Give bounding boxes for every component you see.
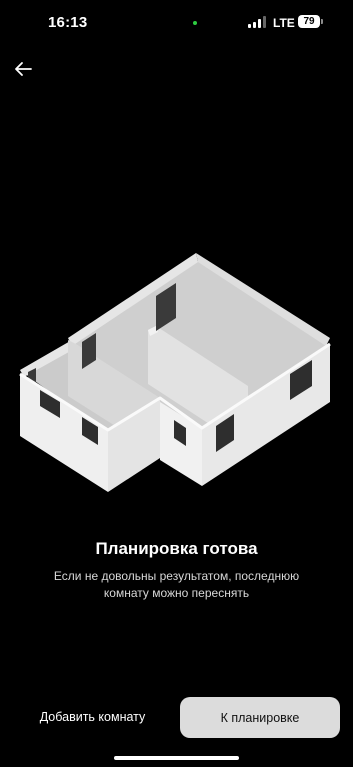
status-time: 16:13: [48, 14, 88, 31]
home-indicator: [114, 756, 239, 760]
back-button[interactable]: [10, 56, 36, 82]
signal-icon: [248, 16, 266, 28]
network-type: LTE: [273, 16, 295, 30]
page-title: Планировка готова: [95, 539, 258, 558]
to-plan-button[interactable]: К планировке: [180, 697, 340, 738]
battery-icon: 79: [298, 15, 323, 28]
status-bar: 16:13 LTE 79: [0, 0, 353, 44]
add-room-button[interactable]: Добавить комнату: [20, 697, 165, 737]
camera-indicator-icon: [193, 21, 197, 25]
arrow-left-icon: [15, 62, 32, 76]
floor-plan-3d-view: [19, 253, 331, 492]
page-subtitle: Если не довольны результатом, последнюю …: [53, 569, 300, 600]
